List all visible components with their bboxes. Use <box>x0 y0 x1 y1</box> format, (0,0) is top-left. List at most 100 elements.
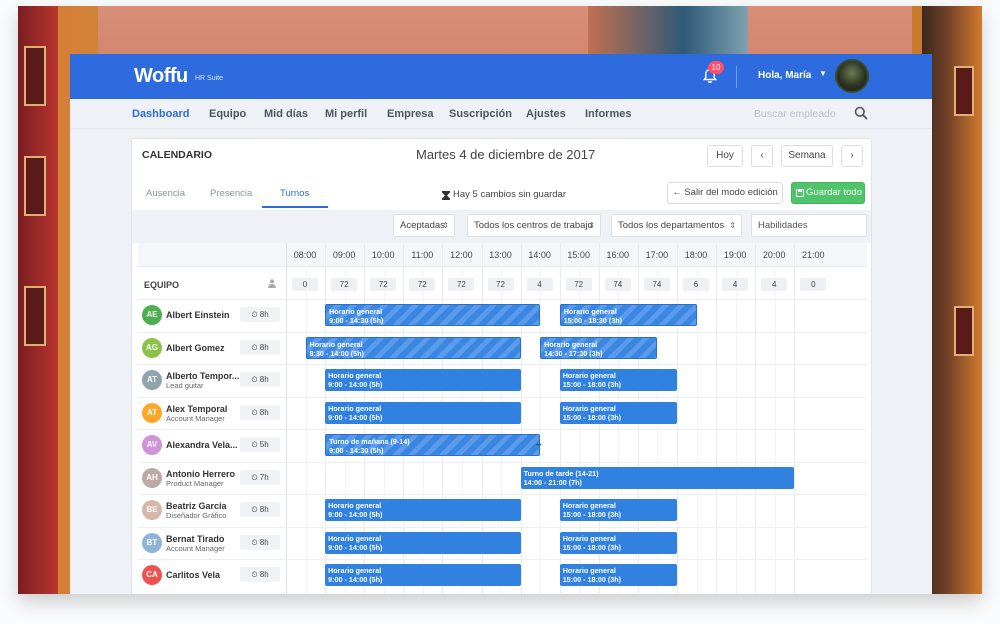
half-hour-gridline <box>696 267 698 594</box>
shift-block[interactable]: Turno de mañana (9-14) 9:00 - 14:30 (5h) <box>325 434 541 456</box>
hour-gridline <box>677 243 678 594</box>
shift-block[interactable]: Horario general 15:00 - 18:00 (3h) <box>559 499 677 521</box>
nav-informes[interactable]: Informes <box>585 108 631 120</box>
shift-block[interactable]: Horario general 15:00 - 18:00 (3h) <box>559 564 677 586</box>
calendar-date: Martes 4 de diciembre de 2017 <box>416 147 596 162</box>
hour-label: 19:00 <box>723 250 747 260</box>
chevron-down-icon[interactable]: ▼ <box>819 69 827 78</box>
user-avatar[interactable] <box>835 59 869 93</box>
tab-turnos[interactable]: Turnos <box>280 188 309 199</box>
staff-count: 72 <box>331 278 358 291</box>
shift-block[interactable]: Horario general 15:00 - 18:30 (3h) <box>559 304 697 326</box>
shift-title: Horario general <box>329 307 383 316</box>
employee-avatar[interactable]: AH <box>142 467 162 488</box>
shift-block[interactable]: Horario general 15:00 - 18:00 (3h) <box>559 369 677 391</box>
departments-filter[interactable]: Todos los departamentos ⇕ <box>611 214 742 237</box>
employee-name[interactable]: Alberto Tempor... <box>166 371 239 381</box>
shift-title: Horario general <box>562 403 616 413</box>
row-divider <box>138 559 867 560</box>
shift-block[interactable]: Horario general 9:00 - 14:00 (5h) <box>325 499 521 521</box>
employee-avatar[interactable]: BE <box>142 500 162 520</box>
shift-title: Horario general <box>562 533 616 543</box>
exit-edit-button[interactable]: ← Salir del modo edición <box>667 182 783 204</box>
shift-block[interactable]: Horario general 9:00 - 14:30 (5h) <box>325 304 541 326</box>
shift-time: 15:00 - 18:00 (3h) <box>562 542 622 552</box>
prev-button[interactable]: ‹ <box>751 145 773 167</box>
employee-avatar[interactable]: CA <box>142 565 162 585</box>
today-button[interactable]: Hoy <box>707 145 743 167</box>
next-button[interactable]: › <box>841 145 863 167</box>
skills-filter[interactable]: Habilidades <box>751 214 867 237</box>
shift-block[interactable]: Horario general 9:00 - 14:00 (5h) <box>325 401 521 424</box>
photo-window <box>954 66 974 116</box>
nav-equipo[interactable]: Equipo <box>209 108 246 120</box>
hour-label: 13:00 <box>489 250 512 260</box>
shift-time: 9:00 - 14:00 (5h) <box>328 380 383 389</box>
shift-title: Horario general <box>562 371 616 380</box>
shift-time: 14:00 - 21:00 (7h) <box>523 477 582 487</box>
hour-label: 14:00 <box>528 250 551 260</box>
employee-avatar[interactable]: AG <box>142 337 162 358</box>
main-nav: Dashboard Equipo Mid días Mi perfil Empr… <box>70 99 932 129</box>
shift-block[interactable]: Horario general 15:00 - 18:00 (3h) <box>559 531 677 554</box>
employee-role: Lead guitar <box>166 381 204 390</box>
shift-block[interactable]: Turno de tarde (14-21) 14:00 - 21:00 (7h) <box>520 466 795 489</box>
row-divider <box>138 494 867 495</box>
search-icon[interactable] <box>854 106 868 120</box>
resize-handle-icon[interactable]: ↔ <box>534 438 543 448</box>
nav-mi-perfil[interactable]: Mi perfil <box>325 108 367 120</box>
row-divider <box>138 526 867 528</box>
employee-name[interactable]: Albert Einstein <box>166 310 230 320</box>
photo-window <box>24 46 46 106</box>
centers-filter[interactable]: Todos los centros de trabajo ⇕ <box>467 214 601 237</box>
hourglass-icon <box>442 191 450 200</box>
nav-suscripcion[interactable]: Suscripción <box>449 108 512 120</box>
shift-block[interactable]: Horario general 9:00 - 14:00 (5h) <box>325 564 521 586</box>
employee-avatar[interactable]: BT <box>142 532 162 553</box>
photo-window <box>954 306 974 356</box>
hour-label: 18:00 <box>684 250 708 260</box>
tab-presencia[interactable]: Presencia <box>210 188 252 199</box>
hour-label: 15:00 <box>567 250 590 260</box>
nav-dashboard[interactable]: Dashboard <box>132 108 189 120</box>
row-divider <box>138 364 867 365</box>
staff-count: 74 <box>604 278 631 291</box>
employee-avatar[interactable]: AT <box>142 370 162 390</box>
shift-block[interactable]: Horario general 9:00 - 14:00 (5h) <box>325 531 521 554</box>
employee-name[interactable]: Alex Temporal <box>166 404 227 414</box>
status-filter[interactable]: Aceptadas ⇕ <box>393 214 455 237</box>
calendar-card: CALENDARIO Martes 4 de diciembre de 2017… <box>131 138 872 594</box>
logo-subtitle: HR Suite <box>195 75 224 82</box>
tab-ausencia[interactable]: Ausencia <box>146 188 185 199</box>
employee-name[interactable]: Bernat Tirado <box>166 534 224 544</box>
staff-count: 72 <box>370 278 397 291</box>
shift-block[interactable]: Horario general 14:30 - 17:30 (3h) <box>540 336 658 359</box>
logo[interactable]: Woffu <box>134 65 188 88</box>
unsaved-changes: Hay 5 cambios sin guardar <box>453 189 566 200</box>
half-hour-gridline <box>540 267 542 594</box>
employee-role: Account Manager <box>166 543 225 553</box>
shift-block[interactable]: Horario general 9:00 - 14:00 (5h) <box>325 369 521 391</box>
nav-ajustes[interactable]: Ajustes <box>526 108 566 120</box>
user-greeting[interactable]: Hola, María <box>758 70 811 81</box>
employee-name[interactable]: Antonio Herrero <box>166 469 235 479</box>
employee-name[interactable]: Albert Gomez <box>166 343 225 353</box>
half-hour-gridline <box>735 267 737 594</box>
employee-name[interactable]: Carlitos Vela <box>166 570 220 580</box>
employee-name[interactable]: Alexandra Vela... <box>166 440 238 450</box>
shift-block[interactable]: Horario general 15:00 - 18:00 (3h) <box>559 401 677 424</box>
calendar-title: CALENDARIO <box>142 149 212 161</box>
shift-time: 15:00 - 18:00 (3h) <box>562 380 622 389</box>
employee-name[interactable]: Beatriz Garcia <box>166 501 227 511</box>
employee-avatar[interactable]: AT <box>142 402 162 423</box>
week-button[interactable]: Semana <box>781 145 833 167</box>
nav-mid-dias[interactable]: Mid días <box>264 108 308 120</box>
search-input[interactable]: Buscar empleado <box>754 108 836 120</box>
save-icon <box>796 189 804 197</box>
employee-hours: ⏲ 8h <box>240 372 280 387</box>
employee-avatar[interactable]: AE <box>142 305 162 325</box>
employee-avatar[interactable]: AV <box>142 435 162 455</box>
shift-title: Horario general <box>328 501 382 510</box>
shift-block[interactable]: Horario general 8:30 - 14:00 (5h) <box>305 336 521 359</box>
nav-empresa[interactable]: Empresa <box>387 108 433 120</box>
